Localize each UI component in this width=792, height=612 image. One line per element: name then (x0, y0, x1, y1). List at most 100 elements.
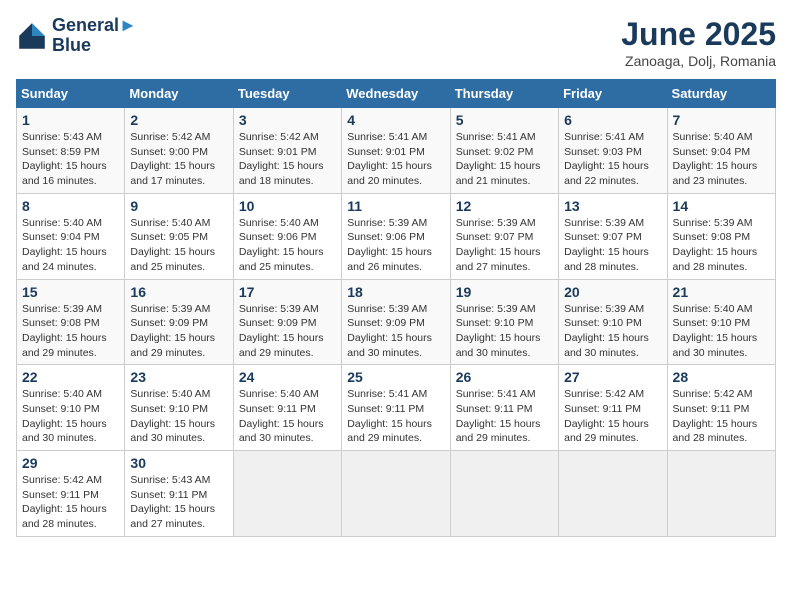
day-number: 5 (456, 112, 553, 128)
day-info: Sunrise: 5:43 AM Sunset: 9:11 PM Dayligh… (130, 473, 227, 532)
location: Zanoaga, Dolj, Romania (621, 53, 776, 69)
day-number: 8 (22, 198, 119, 214)
day-number: 27 (564, 369, 661, 385)
calendar-cell: 20 Sunrise: 5:39 AM Sunset: 9:10 PM Dayl… (559, 279, 667, 365)
calendar-cell: 26 Sunrise: 5:41 AM Sunset: 9:11 PM Dayl… (450, 365, 558, 451)
day-number: 23 (130, 369, 227, 385)
day-info: Sunrise: 5:39 AM Sunset: 9:08 PM Dayligh… (22, 302, 119, 361)
day-number: 28 (673, 369, 770, 385)
day-number: 24 (239, 369, 336, 385)
day-info: Sunrise: 5:42 AM Sunset: 9:11 PM Dayligh… (673, 387, 770, 446)
calendar-cell: 2 Sunrise: 5:42 AM Sunset: 9:00 PM Dayli… (125, 108, 233, 194)
day-number: 7 (673, 112, 770, 128)
calendar-cell (667, 451, 775, 537)
day-number: 18 (347, 284, 444, 300)
calendar-cell: 25 Sunrise: 5:41 AM Sunset: 9:11 PM Dayl… (342, 365, 450, 451)
calendar-cell: 6 Sunrise: 5:41 AM Sunset: 9:03 PM Dayli… (559, 108, 667, 194)
day-info: Sunrise: 5:39 AM Sunset: 9:09 PM Dayligh… (347, 302, 444, 361)
calendar-cell: 28 Sunrise: 5:42 AM Sunset: 9:11 PM Dayl… (667, 365, 775, 451)
day-info: Sunrise: 5:42 AM Sunset: 9:11 PM Dayligh… (22, 473, 119, 532)
day-info: Sunrise: 5:40 AM Sunset: 9:04 PM Dayligh… (673, 130, 770, 189)
day-info: Sunrise: 5:43 AM Sunset: 8:59 PM Dayligh… (22, 130, 119, 189)
day-info: Sunrise: 5:40 AM Sunset: 9:05 PM Dayligh… (130, 216, 227, 275)
calendar-table: Sunday Monday Tuesday Wednesday Thursday… (16, 79, 776, 537)
calendar-cell: 10 Sunrise: 5:40 AM Sunset: 9:06 PM Dayl… (233, 193, 341, 279)
day-number: 13 (564, 198, 661, 214)
day-info: Sunrise: 5:39 AM Sunset: 9:07 PM Dayligh… (456, 216, 553, 275)
calendar-cell: 19 Sunrise: 5:39 AM Sunset: 9:10 PM Dayl… (450, 279, 558, 365)
calendar-cell: 17 Sunrise: 5:39 AM Sunset: 9:09 PM Dayl… (233, 279, 341, 365)
day-info: Sunrise: 5:41 AM Sunset: 9:11 PM Dayligh… (456, 387, 553, 446)
day-info: Sunrise: 5:40 AM Sunset: 9:10 PM Dayligh… (22, 387, 119, 446)
calendar-cell: 14 Sunrise: 5:39 AM Sunset: 9:08 PM Dayl… (667, 193, 775, 279)
day-number: 9 (130, 198, 227, 214)
calendar-cell (342, 451, 450, 537)
day-number: 2 (130, 112, 227, 128)
calendar-cell: 12 Sunrise: 5:39 AM Sunset: 9:07 PM Dayl… (450, 193, 558, 279)
day-info: Sunrise: 5:40 AM Sunset: 9:04 PM Dayligh… (22, 216, 119, 275)
day-number: 1 (22, 112, 119, 128)
day-info: Sunrise: 5:42 AM Sunset: 9:01 PM Dayligh… (239, 130, 336, 189)
calendar-header-row: Sunday Monday Tuesday Wednesday Thursday… (17, 80, 776, 108)
calendar-cell: 18 Sunrise: 5:39 AM Sunset: 9:09 PM Dayl… (342, 279, 450, 365)
day-info: Sunrise: 5:41 AM Sunset: 9:01 PM Dayligh… (347, 130, 444, 189)
day-number: 20 (564, 284, 661, 300)
calendar-cell: 7 Sunrise: 5:40 AM Sunset: 9:04 PM Dayli… (667, 108, 775, 194)
logo-text: General► Blue (52, 16, 137, 56)
calendar-cell: 3 Sunrise: 5:42 AM Sunset: 9:01 PM Dayli… (233, 108, 341, 194)
calendar-cell: 4 Sunrise: 5:41 AM Sunset: 9:01 PM Dayli… (342, 108, 450, 194)
calendar-cell: 11 Sunrise: 5:39 AM Sunset: 9:06 PM Dayl… (342, 193, 450, 279)
calendar-week-row: 29 Sunrise: 5:42 AM Sunset: 9:11 PM Dayl… (17, 451, 776, 537)
calendar-cell: 21 Sunrise: 5:40 AM Sunset: 9:10 PM Dayl… (667, 279, 775, 365)
calendar-cell (233, 451, 341, 537)
calendar-cell (450, 451, 558, 537)
day-number: 15 (22, 284, 119, 300)
logo-icon (16, 20, 48, 52)
calendar-cell: 27 Sunrise: 5:42 AM Sunset: 9:11 PM Dayl… (559, 365, 667, 451)
day-number: 3 (239, 112, 336, 128)
day-number: 25 (347, 369, 444, 385)
day-info: Sunrise: 5:39 AM Sunset: 9:06 PM Dayligh… (347, 216, 444, 275)
month-title: June 2025 (621, 16, 776, 53)
calendar-cell: 16 Sunrise: 5:39 AM Sunset: 9:09 PM Dayl… (125, 279, 233, 365)
calendar-cell (559, 451, 667, 537)
calendar-cell: 15 Sunrise: 5:39 AM Sunset: 9:08 PM Dayl… (17, 279, 125, 365)
day-info: Sunrise: 5:39 AM Sunset: 9:07 PM Dayligh… (564, 216, 661, 275)
calendar-cell: 29 Sunrise: 5:42 AM Sunset: 9:11 PM Dayl… (17, 451, 125, 537)
calendar-week-row: 15 Sunrise: 5:39 AM Sunset: 9:08 PM Dayl… (17, 279, 776, 365)
day-info: Sunrise: 5:41 AM Sunset: 9:11 PM Dayligh… (347, 387, 444, 446)
day-number: 17 (239, 284, 336, 300)
page-header: General► Blue June 2025 Zanoaga, Dolj, R… (16, 16, 776, 69)
day-number: 29 (22, 455, 119, 471)
header-monday: Monday (125, 80, 233, 108)
day-info: Sunrise: 5:39 AM Sunset: 9:10 PM Dayligh… (456, 302, 553, 361)
day-info: Sunrise: 5:40 AM Sunset: 9:06 PM Dayligh… (239, 216, 336, 275)
calendar-cell: 9 Sunrise: 5:40 AM Sunset: 9:05 PM Dayli… (125, 193, 233, 279)
calendar-cell: 5 Sunrise: 5:41 AM Sunset: 9:02 PM Dayli… (450, 108, 558, 194)
day-number: 6 (564, 112, 661, 128)
calendar-cell: 1 Sunrise: 5:43 AM Sunset: 8:59 PM Dayli… (17, 108, 125, 194)
day-number: 12 (456, 198, 553, 214)
day-number: 4 (347, 112, 444, 128)
calendar-cell: 8 Sunrise: 5:40 AM Sunset: 9:04 PM Dayli… (17, 193, 125, 279)
day-number: 10 (239, 198, 336, 214)
day-info: Sunrise: 5:39 AM Sunset: 9:08 PM Dayligh… (673, 216, 770, 275)
day-info: Sunrise: 5:42 AM Sunset: 9:11 PM Dayligh… (564, 387, 661, 446)
day-info: Sunrise: 5:40 AM Sunset: 9:10 PM Dayligh… (673, 302, 770, 361)
day-info: Sunrise: 5:41 AM Sunset: 9:03 PM Dayligh… (564, 130, 661, 189)
day-number: 26 (456, 369, 553, 385)
calendar-cell: 23 Sunrise: 5:40 AM Sunset: 9:10 PM Dayl… (125, 365, 233, 451)
day-number: 30 (130, 455, 227, 471)
header-thursday: Thursday (450, 80, 558, 108)
calendar-cell: 22 Sunrise: 5:40 AM Sunset: 9:10 PM Dayl… (17, 365, 125, 451)
day-number: 14 (673, 198, 770, 214)
day-number: 21 (673, 284, 770, 300)
day-info: Sunrise: 5:40 AM Sunset: 9:11 PM Dayligh… (239, 387, 336, 446)
day-number: 22 (22, 369, 119, 385)
logo: General► Blue (16, 16, 137, 56)
header-wednesday: Wednesday (342, 80, 450, 108)
day-info: Sunrise: 5:39 AM Sunset: 9:09 PM Dayligh… (239, 302, 336, 361)
header-saturday: Saturday (667, 80, 775, 108)
day-number: 19 (456, 284, 553, 300)
day-info: Sunrise: 5:41 AM Sunset: 9:02 PM Dayligh… (456, 130, 553, 189)
